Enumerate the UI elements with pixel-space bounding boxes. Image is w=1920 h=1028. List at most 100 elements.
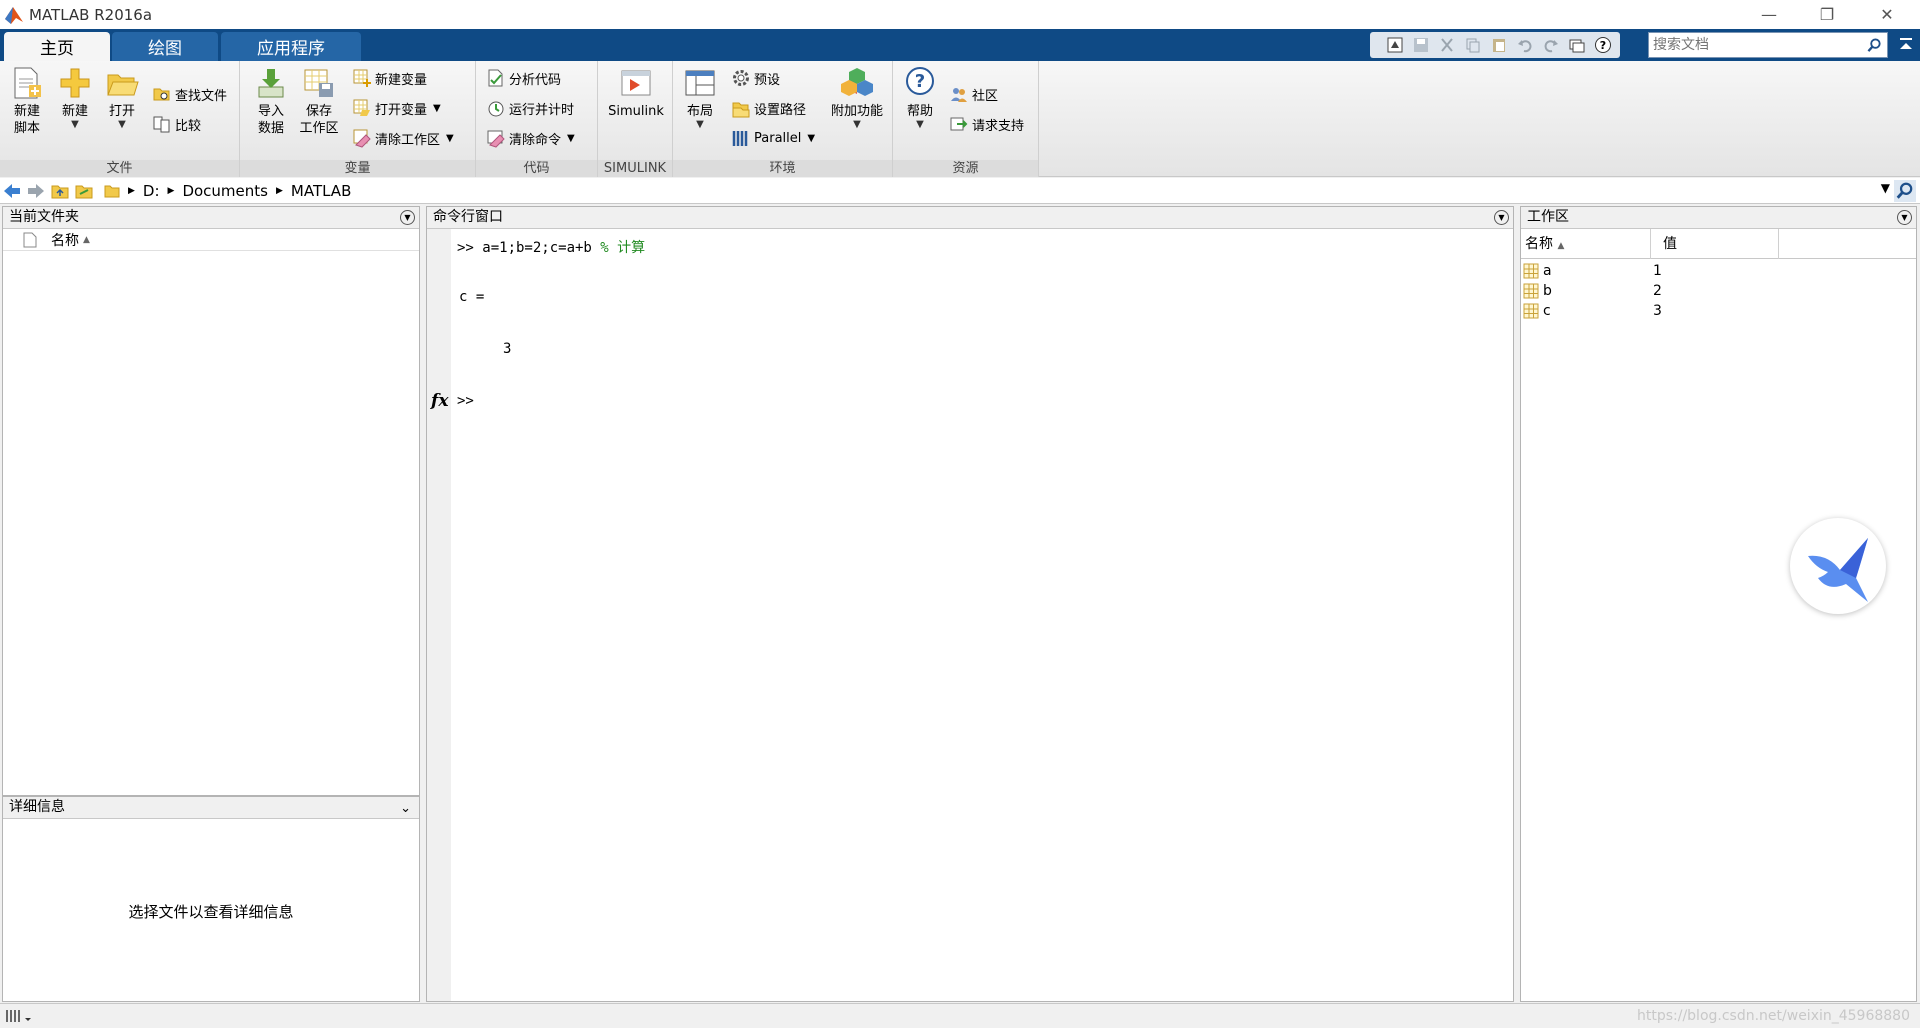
command-comment: % 计算 (600, 240, 646, 256)
workspace-row[interactable]: c 3 (1521, 301, 1916, 321)
save-quick-button[interactable] (1408, 34, 1434, 56)
current-folder-title: 当前文件夹 (9, 209, 79, 225)
search-docs-input[interactable] (1653, 34, 1863, 56)
switch-windows-button[interactable] (1564, 34, 1590, 56)
variable-value: 2 (1653, 283, 1662, 299)
workspace-row[interactable]: a 1 (1521, 261, 1916, 281)
breadcrumb-matlab[interactable]: MATLAB (291, 182, 351, 200)
breadcrumb-drive[interactable]: D: (143, 182, 160, 200)
new-button[interactable]: 新建 ▼ (52, 65, 98, 130)
open-button[interactable]: 打开 ▼ (99, 65, 145, 130)
tab-plots[interactable]: 绘图 (112, 32, 218, 61)
command-input[interactable]: >> (457, 393, 1497, 413)
floating-assistant-widget[interactable] (1790, 518, 1886, 614)
command-gutter (427, 229, 451, 1001)
workspace-columns: 名称 ▲ 值 (1521, 228, 1916, 259)
tab-apps[interactable]: 应用程序 (221, 32, 361, 61)
import-data-button[interactable]: 导入 数据 (248, 65, 294, 137)
undo-quick-button[interactable] (1512, 34, 1538, 56)
function-browser-icon[interactable]: fx (431, 391, 448, 411)
command-window-title: 命令行窗口 (433, 209, 503, 225)
folder-open-icon (107, 74, 139, 96)
restore-icon: ❐ (1819, 5, 1835, 24)
command-prompt: >> (457, 393, 474, 409)
close-icon: ✕ (1880, 5, 1894, 24)
open-variable-button[interactable]: 打开变量 ▼ (352, 97, 441, 119)
column-name-header[interactable]: 名称 (51, 230, 79, 250)
panel-menu-icon[interactable]: ▼ (1494, 210, 1509, 225)
simulink-button[interactable]: Simulink (606, 65, 666, 120)
layout-icon (685, 70, 715, 96)
workspace-header: 工作区 ▼ (1521, 207, 1916, 229)
community-label: 社区 (972, 88, 999, 104)
back-button[interactable] (0, 180, 24, 202)
copy-icon (1466, 38, 1480, 53)
save-workspace-icon (304, 69, 333, 97)
browse-folder-icon (75, 185, 93, 198)
browse-folder-button[interactable] (72, 180, 96, 202)
open-label: 打开 (108, 104, 135, 119)
forward-button[interactable] (24, 180, 48, 202)
variable-name: b (1543, 283, 1552, 299)
new-script-button[interactable]: 新建 脚本 (4, 65, 50, 137)
address-dropdown-icon[interactable]: ▼ (1881, 181, 1890, 195)
breadcrumb-separator-icon: ▶ (275, 185, 283, 196)
command-input-text: a=1;b=2;c=a+b (473, 240, 601, 256)
windows-icon (1569, 39, 1585, 53)
clear-workspace-button[interactable]: 清除工作区 ▼ (352, 127, 454, 149)
matrix-variable-icon (1523, 263, 1539, 279)
panel-menu-icon[interactable]: ▼ (1897, 210, 1912, 225)
group-code-label: 代码 (476, 160, 597, 177)
copy-quick-button[interactable] (1460, 34, 1486, 56)
request-support-icon (950, 117, 968, 131)
panel-menu-icon[interactable]: ▼ (400, 210, 415, 225)
cut-quick-button[interactable] (1434, 34, 1460, 56)
set-path-button[interactable]: 设置路径 (731, 97, 806, 119)
clear-commands-button[interactable]: 清除命令 ▼ (486, 127, 575, 149)
compare-label: 比较 (175, 118, 202, 134)
group-file: 新建 脚本 新建 ▼ 打开 ▼ 查找文件 比较 文件 (0, 61, 240, 177)
chevron-down-icon[interactable]: ⌄ (400, 798, 411, 819)
column-value-header[interactable]: 值 (1651, 228, 1779, 259)
status-busy-icon (6, 1010, 31, 1022)
help-quick-button[interactable]: ? (1590, 34, 1616, 56)
import-data-icon (258, 69, 284, 98)
set-path-label: 设置路径 (754, 102, 807, 118)
community-button[interactable]: 社区 (949, 83, 998, 105)
workspace-row[interactable]: b 2 (1521, 281, 1916, 301)
request-support-button[interactable]: 请求支持 (949, 113, 1024, 135)
group-file-label: 文件 (0, 160, 239, 177)
save-workspace-button[interactable]: 保存 工作区 (296, 65, 342, 137)
set-path-icon (732, 102, 750, 118)
add-ons-button[interactable]: 附加功能 ▼ (825, 65, 889, 130)
new-script-label: 新建 脚本 (13, 104, 40, 136)
run-and-time-button[interactable]: 运行并计时 (486, 97, 574, 119)
breadcrumb-documents[interactable]: Documents (182, 182, 268, 200)
restore-button[interactable]: ❐ (1798, 0, 1856, 29)
compare-button[interactable]: 比较 (152, 113, 201, 135)
sort-ascending-icon: ▲ (1557, 240, 1565, 251)
tab-home[interactable]: 主页 (4, 32, 110, 61)
paste-quick-button[interactable] (1486, 34, 1512, 56)
save-icon (1414, 38, 1428, 52)
help-button[interactable]: ? 帮助 ▼ (897, 65, 943, 130)
analyze-code-button[interactable]: 分析代码 (486, 67, 561, 89)
command-window-panel: 命令行窗口 ▼ >> a=1;b=2;c=a+b % 计算 c = 3 fx >… (426, 206, 1514, 1002)
minimize-button[interactable]: — (1740, 0, 1798, 29)
layout-button[interactable]: 布局 ▼ (677, 65, 723, 130)
open-variable-icon (353, 99, 370, 116)
redo-quick-button[interactable] (1538, 34, 1564, 56)
folder-search-button[interactable] (1894, 180, 1916, 202)
collapse-ribbon-icon[interactable] (1896, 35, 1916, 55)
quick-tool-button[interactable] (1382, 34, 1408, 56)
run-and-time-icon (488, 101, 504, 117)
search-icon[interactable] (1863, 34, 1885, 56)
close-button[interactable]: ✕ (1858, 0, 1916, 29)
parallel-button[interactable]: Parallel ▼ (731, 127, 815, 149)
column-name-header[interactable]: 名称 ▲ (1521, 228, 1651, 259)
find-files-icon (153, 88, 170, 101)
new-variable-button[interactable]: 新建变量 (352, 67, 427, 89)
preferences-button[interactable]: 预设 (731, 67, 780, 89)
up-folder-button[interactable] (48, 180, 72, 202)
find-files-button[interactable]: 查找文件 (152, 83, 227, 105)
